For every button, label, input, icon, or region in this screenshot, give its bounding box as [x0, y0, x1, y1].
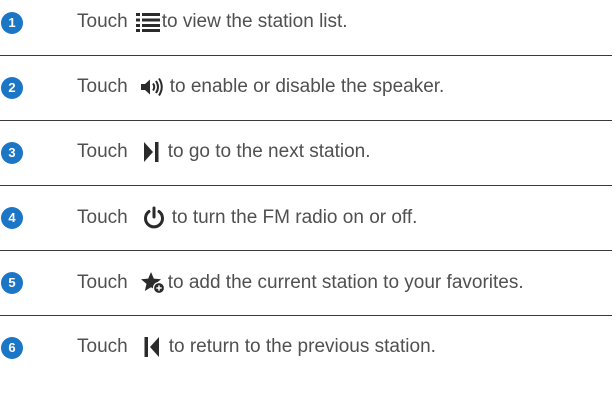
step-prefix: Touch: [77, 272, 128, 293]
step-text: Touch to go to the next station.: [77, 141, 371, 163]
step-6: 6 Touch to return to the previous statio…: [0, 325, 616, 389]
step-prefix: Touch: [77, 336, 128, 357]
list-icon: [135, 12, 160, 32]
step-prefix: Touch: [77, 76, 128, 97]
divider: [0, 315, 612, 316]
instruction-list: 1 Touch to view the station list. 2 Touc…: [0, 0, 616, 389]
step-number-badge: 5: [1, 272, 23, 294]
step-number-badge: 4: [1, 207, 23, 229]
step-description: to enable or disable the speaker.: [169, 76, 445, 97]
step-number-badge: 2: [1, 77, 23, 99]
next-station-icon: [143, 141, 159, 163]
step-prefix: Touch: [77, 207, 128, 228]
step-description: to return to the previous station.: [168, 336, 436, 357]
step-5: 5 Touch to add the current station to yo…: [0, 260, 616, 325]
power-icon: [142, 206, 166, 230]
add-favorite-icon: [140, 271, 166, 295]
step-description: to add the current station to your favor…: [167, 272, 524, 293]
divider: [0, 120, 612, 121]
step-description: to go to the next station.: [167, 141, 371, 162]
step-number-badge: 3: [1, 142, 23, 164]
step-text: Touch to view the station list.: [77, 11, 348, 33]
step-4: 4 Touch to turn the FM radio on or off.: [0, 195, 616, 260]
step-description: to turn the FM radio on or off.: [171, 207, 418, 228]
step-prefix: Touch: [77, 11, 128, 32]
step-text: Touch to turn the FM radio on or off.: [77, 206, 417, 230]
divider: [0, 250, 612, 251]
step-text: Touch to return to the previous station.: [77, 336, 436, 358]
step-text: Touch to enable or disable the speaker.: [77, 76, 444, 98]
divider: [0, 55, 612, 56]
step-number-badge: 1: [1, 12, 23, 34]
step-3: 3 Touch to go to the next station.: [0, 130, 616, 195]
step-prefix: Touch: [77, 141, 128, 162]
step-number-badge: 6: [1, 337, 23, 359]
speaker-icon: [140, 77, 164, 97]
previous-station-icon: [144, 336, 160, 358]
step-description: to view the station list.: [161, 11, 348, 32]
divider: [0, 185, 612, 186]
step-text: Touch to add the current station to your…: [77, 271, 524, 295]
step-1: 1 Touch to view the station list.: [0, 0, 616, 65]
step-2: 2 Touch to enable or disable the speaker…: [0, 65, 616, 130]
